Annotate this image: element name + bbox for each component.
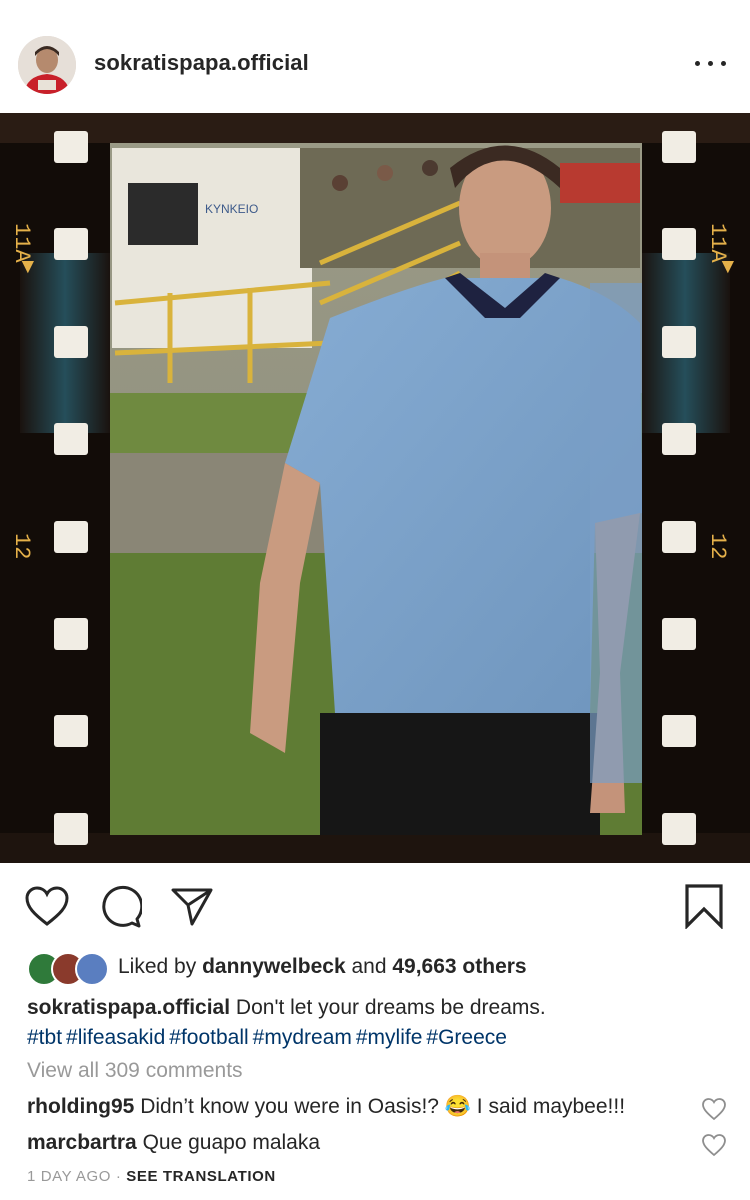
caption-username[interactable]: sokratispapa.official [27, 996, 230, 1019]
film-frame-image: 11A 12 11A 12 ΚΥΝΚΕΙΟ ▲ ▲ [0, 113, 750, 863]
frame-label-top-left: 11A [9, 223, 34, 263]
more-options-icon[interactable] [690, 48, 732, 78]
comment-username[interactable]: rholding95 [27, 1095, 134, 1118]
comment-like-heart-icon[interactable] [701, 1133, 727, 1157]
liker-avatar [75, 952, 109, 986]
caption-text: Don't let your dreams be dreams. [235, 996, 546, 1019]
post-header: sokratispapa.official [0, 0, 750, 113]
avatar-photo [18, 36, 76, 94]
post-caption: sokratispapa.official Don't let your dre… [27, 993, 727, 1053]
liker-avatars[interactable] [27, 952, 111, 986]
likes-prefix: Liked by [118, 955, 197, 978]
frame-label-bottom-left: 12 [9, 533, 34, 559]
likes-count[interactable]: 49,663 others [392, 955, 526, 978]
frame-label-top-right: 11A [705, 223, 730, 263]
hashtags: #tbt #lifeasakid #football #mydream #mylife #… [27, 1023, 727, 1053]
comment-row: marcbartra Que guapo malaka [27, 1131, 320, 1155]
post-username[interactable]: sokratispapa.official [94, 50, 309, 76]
hashtag-link[interactable]: #lifeasakid [66, 1026, 165, 1049]
comment-username[interactable]: marcbartra [27, 1131, 137, 1154]
comment-row: rholding95 Didn’t know you were in Oasis… [27, 1095, 625, 1119]
see-translation-link[interactable]: SEE TRANSLATION [126, 1168, 276, 1185]
hashtag-link[interactable]: #tbt [27, 1026, 62, 1049]
comment-text: Didn’t know you were in Oasis!? 😂 I said… [140, 1095, 626, 1118]
liked-by-user[interactable]: dannywelbeck [202, 955, 346, 978]
building-sign: ΚΥΝΚΕΙΟ [205, 202, 258, 216]
hashtag-link[interactable]: #Greece [426, 1026, 507, 1049]
bookmark-icon[interactable] [684, 883, 724, 930]
post-timestamp: 1 DAY AGO [27, 1168, 112, 1185]
post-meta: 1 DAY AGO · SEE TRANSLATION [27, 1168, 276, 1185]
profile-avatar[interactable] [18, 36, 76, 94]
heart-icon[interactable] [24, 885, 70, 927]
hashtag-link[interactable]: #mylife [356, 1026, 423, 1049]
post-photo[interactable]: 11A 12 11A 12 ΚΥΝΚΕΙΟ ▲ ▲ [0, 113, 750, 863]
frame-arrow-left: ▲ [21, 259, 34, 278]
hashtag-link[interactable]: #mydream [253, 1026, 352, 1049]
action-bar [0, 863, 750, 953]
comment-text: Que guapo malaka [142, 1131, 321, 1154]
frame-arrow-right: ▲ [721, 259, 734, 278]
comment-icon[interactable] [98, 885, 144, 929]
share-icon[interactable] [170, 885, 214, 927]
meta-separator: · [115, 1168, 122, 1185]
likes-connector: and [351, 955, 387, 978]
comment-like-heart-icon[interactable] [701, 1097, 727, 1121]
frame-label-bottom-right: 12 [705, 533, 730, 559]
likes-row: Liked by dannywelbeck and 49,663 others [27, 950, 727, 986]
likes-summary[interactable]: Liked by dannywelbeck and 49,663 others [118, 955, 527, 979]
hashtag-link[interactable]: #football [169, 1026, 248, 1049]
view-all-comments-link[interactable]: View all 309 comments [27, 1059, 243, 1083]
